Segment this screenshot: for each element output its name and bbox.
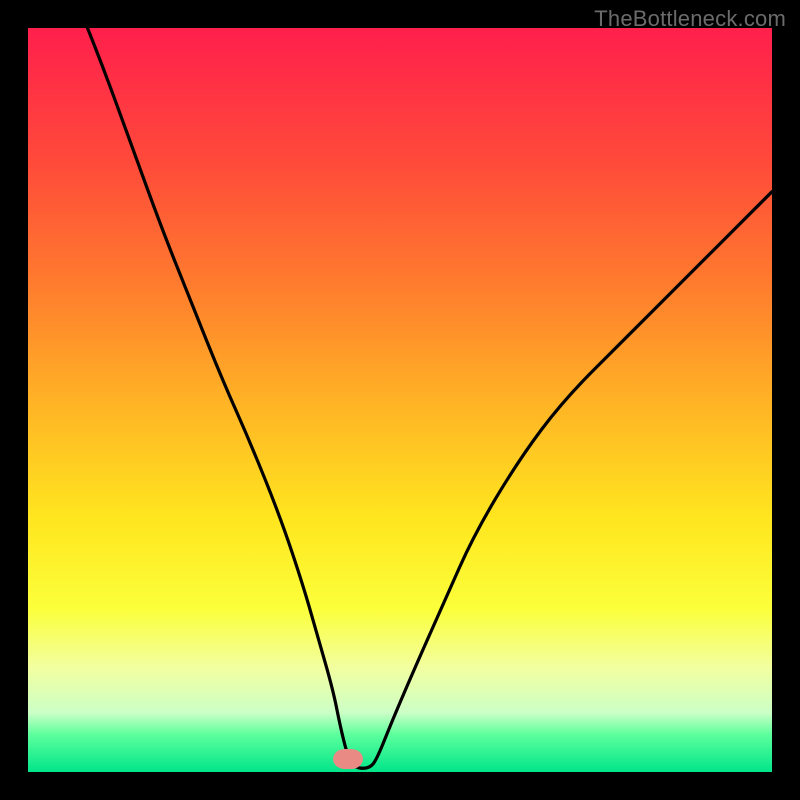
chart-curve	[28, 28, 772, 772]
chart-plot-area	[28, 28, 772, 772]
bottleneck-marker	[333, 749, 363, 769]
chart-frame: TheBottleneck.com	[0, 0, 800, 800]
watermark-text: TheBottleneck.com	[594, 6, 786, 32]
